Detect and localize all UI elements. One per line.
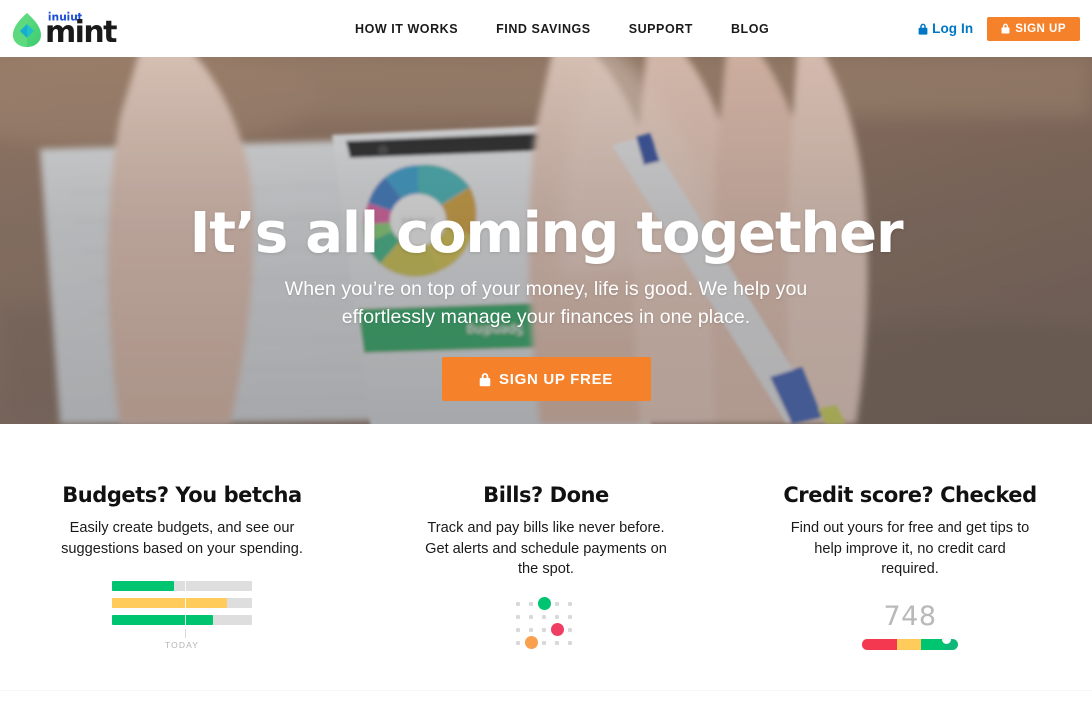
credit-meter-notch [941, 637, 951, 644]
nav-find-savings[interactable]: FIND SAVINGS [496, 22, 591, 36]
credit-score-value: 748 [883, 600, 937, 632]
calendar-dot [542, 640, 546, 645]
mint-leaf-icon [13, 13, 41, 47]
credit-meter-graphic: 748 [840, 600, 980, 650]
feature-credit-score: Credit score? Checked Find out yours for… [728, 482, 1092, 682]
log-in-link[interactable]: Log In [918, 21, 973, 36]
feature-budgets-art: TODAY [22, 580, 342, 661]
credit-meter-segment-poor [862, 638, 897, 650]
calendar-dot-highlight [550, 623, 564, 636]
calendar-dot [555, 614, 559, 619]
feature-budgets-heading: Budgets? You betcha [62, 483, 302, 507]
calendar-dot [568, 614, 572, 619]
features-section: Budgets? You betcha Easily create budget… [0, 424, 1092, 682]
lock-icon [918, 23, 928, 35]
calendar-dot [568, 640, 572, 645]
calendar-dot [516, 627, 520, 632]
calendar-dot-highlight [524, 636, 538, 649]
feature-bills: Bills? Done Track and pay bills like nev… [364, 482, 728, 682]
feature-budgets: Budgets? You betcha Easily create budget… [0, 482, 364, 682]
primary-nav: HOW IT WORKS FIND SAVINGS SUPPORT BLOG [355, 0, 769, 57]
calendar-dot [529, 627, 533, 632]
calendar-dot [516, 601, 520, 606]
nav-how-it-works[interactable]: HOW IT WORKS [355, 22, 458, 36]
sign-up-free-label: SIGN UP FREE [499, 370, 613, 388]
feature-bills-art [386, 597, 706, 682]
feature-credit-art: 748 [750, 600, 1070, 682]
nav-blog[interactable]: BLOG [731, 22, 769, 36]
log-in-label: Log In [932, 21, 974, 36]
hero-title: It’s all coming together [189, 201, 904, 266]
sign-up-label: SIGN UP [1015, 22, 1066, 35]
feature-bills-body: Track and pay bills like never before. G… [425, 520, 667, 577]
calendar-dot [542, 614, 546, 619]
lock-icon [1001, 23, 1010, 34]
calendar-dot [529, 601, 533, 606]
calendar-dot [555, 640, 559, 645]
credit-meter-segment-fair [896, 638, 921, 650]
mint-logo[interactable]: mint [12, 8, 123, 48]
mint-wordmark: mint [45, 15, 117, 50]
feature-budgets-body: Easily create budgets, and see our sugge… [61, 520, 303, 557]
footer-divider [0, 690, 1092, 691]
credit-score-meter [862, 637, 958, 650]
budget-bars-graphic: TODAY [112, 580, 252, 650]
site-header: mint HOW IT WORKS FIND SAVINGS SUPPORT B… [0, 0, 1092, 57]
budget-bar-row [112, 597, 252, 609]
budget-bar-row [112, 580, 252, 592]
calendar-dot [568, 601, 572, 606]
nav-support[interactable]: SUPPORT [629, 22, 693, 36]
calendar-dot [555, 601, 559, 606]
calendar-dot [542, 627, 546, 632]
credit-meter-segment-good [920, 638, 945, 650]
feature-bills-heading: Bills? Done [483, 483, 609, 507]
sign-up-button[interactable]: SIGN UP [987, 16, 1080, 41]
sign-up-free-button[interactable]: SIGN UP FREE [441, 357, 651, 401]
today-label: TODAY [165, 640, 199, 650]
hero-subtitle: When you’re on top of your money, life i… [284, 278, 808, 328]
calendar-dot-highlight [537, 597, 551, 610]
calendar-dot [516, 614, 520, 619]
calendar-dot [568, 627, 572, 632]
feature-credit-heading: Credit score? Checked [783, 483, 1037, 507]
calendar-dot [529, 614, 533, 619]
hero-section: JUN/2017 Spending [0, 57, 1092, 424]
lock-icon [479, 372, 491, 386]
page-root: mint HOW IT WORKS FIND SAVINGS SUPPORT B… [0, 0, 1092, 705]
feature-credit-body: Find out yours for free and get tips to … [790, 520, 1030, 577]
budget-bar-row [112, 614, 252, 626]
header-actions: Log In SIGN UP [918, 0, 1080, 57]
calendar-dots-graphic [516, 597, 576, 650]
calendar-dot [516, 640, 520, 645]
